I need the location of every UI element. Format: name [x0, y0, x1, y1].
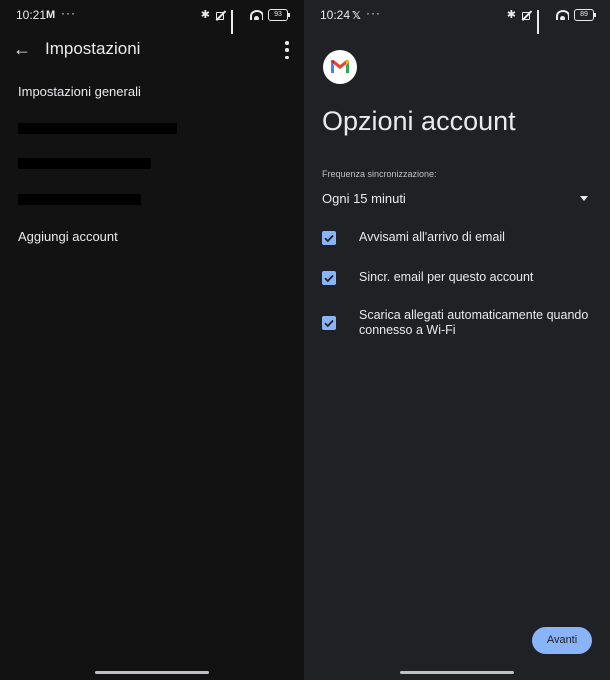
gmail-logo-icon [323, 50, 357, 84]
account-options-screen: 10:24 𝕏 ··· ✱ 89 Opzioni account Frequen… [304, 0, 610, 680]
bluetooth-icon: ✱ [200, 9, 210, 21]
wifi-icon [250, 9, 263, 20]
redacted-account-item[interactable] [18, 158, 151, 169]
status-time: 10:21 [16, 8, 47, 22]
sync-email-checkbox-row[interactable]: Sincr. email per questo account [322, 270, 597, 288]
settings-screen: 10:21 M ··· ✱ 93 ← Impostazioni Impostaz… [0, 0, 304, 680]
download-attachments-checkbox-row[interactable]: Scarica allegati automaticamente quando … [322, 308, 597, 340]
checkbox-label: Scarica allegati automaticamente quando … [359, 308, 589, 337]
status-icons: ✱ 89 [506, 8, 596, 34]
redacted-account-item[interactable] [18, 123, 177, 134]
gmail-notification-icon: M [46, 9, 56, 21]
notify-email-checkbox-row[interactable]: Avvisami all'arrivo di email [322, 230, 597, 248]
checkbox-checked-icon[interactable] [322, 231, 336, 245]
mute-icon [215, 10, 226, 20]
signal-icon [537, 10, 551, 34]
wifi-icon [556, 9, 569, 20]
checkbox-label: Sincr. email per questo account [359, 270, 534, 284]
next-button[interactable]: Avanti [532, 627, 592, 654]
battery-icon: 93 [268, 8, 290, 21]
page-title: Impostazioni [45, 39, 141, 58]
home-indicator[interactable] [95, 671, 209, 674]
dropdown-arrow-icon [580, 196, 588, 201]
checkbox-checked-icon[interactable] [322, 316, 336, 330]
checkbox-label: Avvisami all'arrivo di email [359, 230, 505, 244]
more-options-icon[interactable] [280, 40, 294, 60]
bluetooth-icon: ✱ [506, 9, 516, 21]
status-time: 10:24 [320, 8, 351, 22]
app-bar: ← Impostazioni [0, 30, 304, 70]
sync-frequency-select[interactable]: Ogni 15 minuti [322, 190, 592, 208]
home-indicator[interactable] [400, 671, 514, 674]
battery-icon: 89 [574, 8, 596, 21]
status-bar: 10:21 M ··· ✱ 93 [0, 0, 304, 34]
mute-icon [521, 10, 532, 20]
sync-frequency-label: Frequenza sincronizzazione: [322, 169, 437, 179]
more-notifications-icon: ··· [61, 6, 76, 20]
checkbox-checked-icon[interactable] [322, 271, 336, 285]
status-bar: 10:24 𝕏 ··· ✱ 89 [304, 0, 610, 34]
redacted-account-item[interactable] [18, 194, 141, 205]
x-notification-icon: 𝕏 [352, 10, 361, 22]
back-arrow-icon[interactable]: ← [11, 38, 33, 60]
add-account-item[interactable]: Aggiungi account [18, 229, 118, 244]
signal-icon [231, 10, 245, 34]
more-notifications-icon: ··· [366, 6, 381, 20]
status-icons: ✱ 93 [200, 8, 290, 34]
general-settings-item[interactable]: Impostazioni generali [18, 84, 141, 99]
sync-frequency-value: Ogni 15 minuti [322, 191, 406, 206]
page-title: Opzioni account [322, 106, 516, 136]
